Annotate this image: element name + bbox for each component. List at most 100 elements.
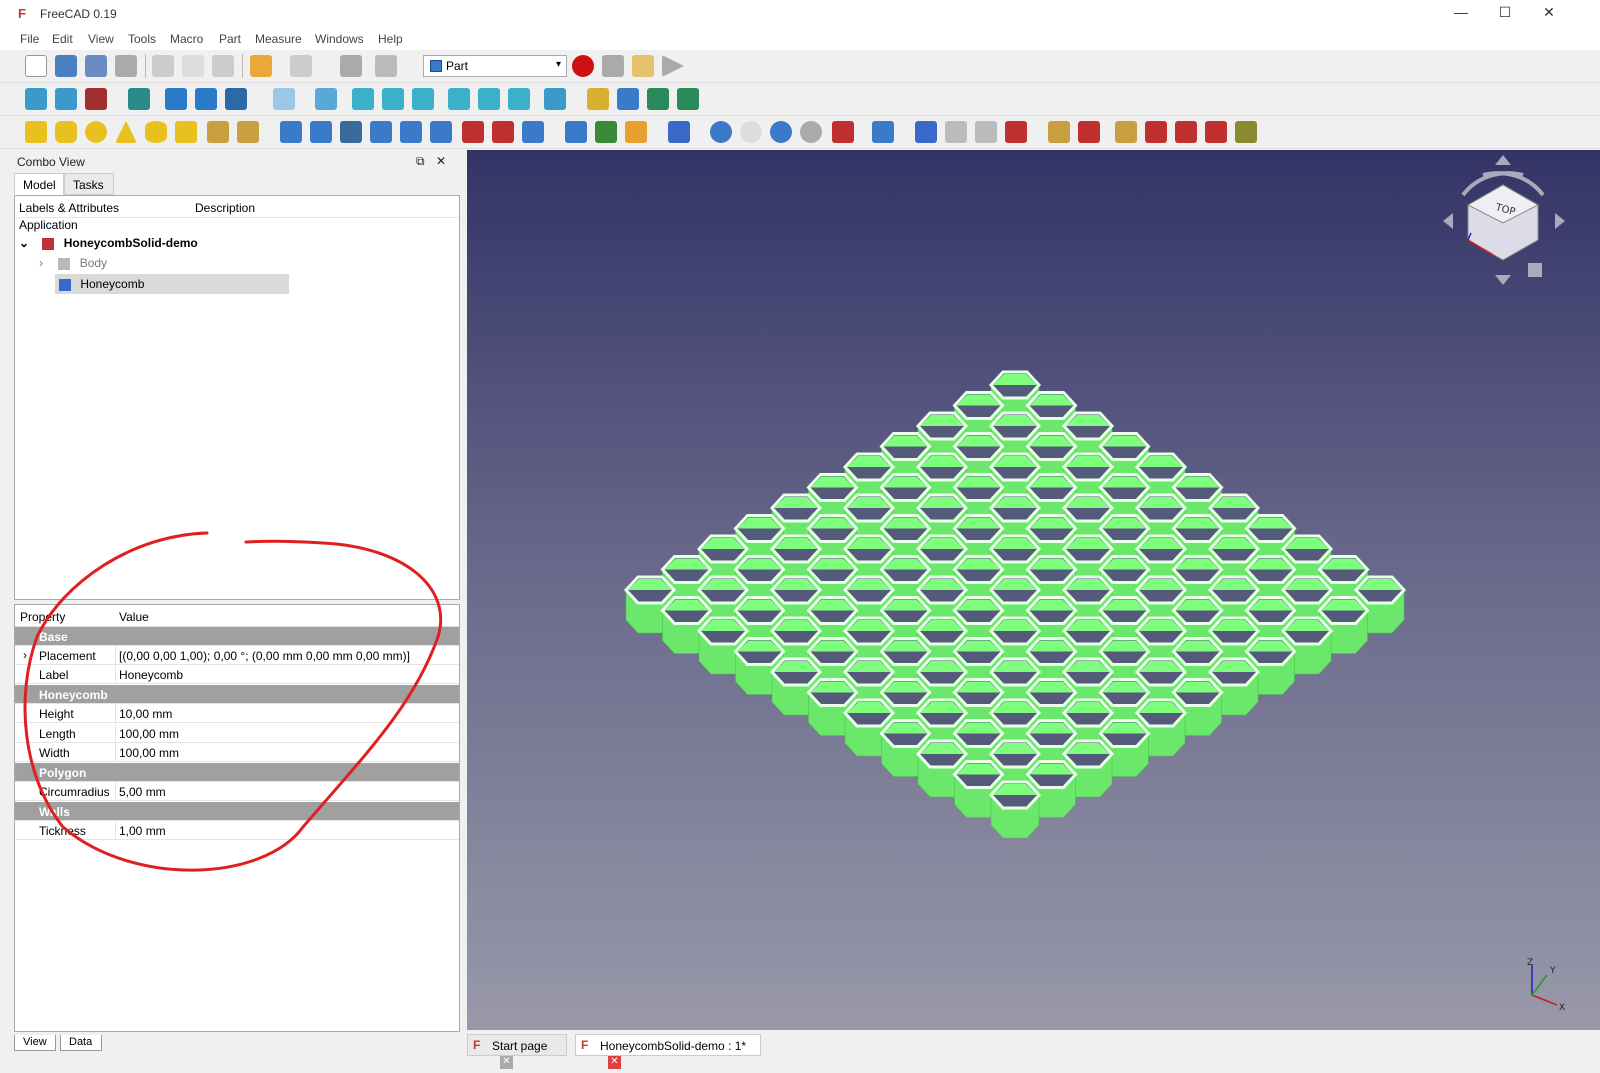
description-column-header[interactable]: Description <box>195 201 255 215</box>
stop-macro-icon[interactable] <box>602 55 624 77</box>
common-icon[interactable] <box>800 121 822 143</box>
tab-start-page[interactable]: F Start page ✕ <box>467 1034 567 1069</box>
measure-angular-icon[interactable] <box>1078 121 1100 143</box>
check-geometry-icon[interactable] <box>915 121 937 143</box>
honeycomb-model[interactable] <box>467 150 1600 1030</box>
fit-all-icon[interactable] <box>25 88 47 110</box>
paste-icon[interactable] <box>212 55 234 77</box>
minimize-icon[interactable]: — <box>1446 4 1476 24</box>
toggle-all-measure-icon[interactable] <box>1175 121 1197 143</box>
float-icon[interactable]: ⧉ <box>416 154 425 169</box>
right-view-icon[interactable] <box>412 88 434 110</box>
print-icon[interactable] <box>115 55 137 77</box>
copy-icon[interactable] <box>182 55 204 77</box>
chevron-right-icon[interactable]: › <box>39 256 43 270</box>
rear-view-icon[interactable] <box>448 88 470 110</box>
toggle-delta-measure-icon[interactable] <box>1235 121 1257 143</box>
cut-icon[interactable] <box>152 55 174 77</box>
measure-linear-icon[interactable] <box>1048 121 1070 143</box>
section-icon[interactable] <box>565 121 587 143</box>
shape-builder-icon[interactable] <box>237 121 259 143</box>
split-icon[interactable] <box>872 121 894 143</box>
close-panel-icon[interactable]: ✕ <box>436 154 446 168</box>
tab-document[interactable]: F HoneycombSolid-demo : 1* ✕ <box>575 1034 761 1069</box>
cone-icon[interactable] <box>115 121 137 143</box>
toggle-3d-measure-icon[interactable] <box>1205 121 1227 143</box>
maximize-icon[interactable]: ☐ <box>1490 4 1520 24</box>
measure-refresh-icon[interactable] <box>1115 121 1137 143</box>
sphere-icon[interactable] <box>85 121 107 143</box>
labels-column-header[interactable]: Labels & Attributes <box>19 201 119 215</box>
torus-icon[interactable] <box>145 121 167 143</box>
sync-view-icon[interactable] <box>225 88 247 110</box>
tree-item-body[interactable]: › Body <box>39 256 299 276</box>
ruled-surface-icon[interactable] <box>462 121 484 143</box>
fuse-icon[interactable] <box>770 121 792 143</box>
front-view-icon[interactable] <box>352 88 374 110</box>
menu-view[interactable]: View <box>88 32 114 46</box>
navigation-cube[interactable]: TOP <box>1433 155 1573 295</box>
measure-distance-icon[interactable] <box>544 88 566 110</box>
primitives-icon[interactable] <box>207 121 229 143</box>
offset-icon[interactable] <box>625 121 647 143</box>
left-view-icon[interactable] <box>508 88 530 110</box>
menu-file[interactable]: File <box>20 32 39 46</box>
tab-model[interactable]: Model <box>14 173 64 195</box>
sweep-icon[interactable] <box>522 121 544 143</box>
close-tab-icon[interactable]: ✕ <box>608 1056 621 1069</box>
refresh-icon[interactable] <box>340 55 362 77</box>
menu-edit[interactable]: Edit <box>52 32 73 46</box>
tree-item-document[interactable]: ⌄ HoneycombSolid-demo <box>19 236 319 256</box>
loft-icon[interactable] <box>492 121 514 143</box>
mirror-icon[interactable] <box>340 121 362 143</box>
tree-item-honeycomb[interactable]: Honeycomb <box>55 274 289 294</box>
make-face-icon[interactable] <box>430 121 452 143</box>
close-tab-icon[interactable]: ✕ <box>500 1056 513 1069</box>
boolean-icon[interactable] <box>710 121 732 143</box>
part-icon[interactable] <box>587 88 609 110</box>
save-icon[interactable] <box>85 55 107 77</box>
defeaturing-icon[interactable] <box>945 121 967 143</box>
std-view-icon[interactable] <box>273 88 295 110</box>
group-icon[interactable] <box>617 88 639 110</box>
chamfer-icon[interactable] <box>400 121 422 143</box>
cube-icon[interactable] <box>25 121 47 143</box>
tab-view[interactable]: View <box>14 1035 56 1051</box>
compound-icon[interactable] <box>668 121 690 143</box>
link-icon[interactable] <box>647 88 669 110</box>
menu-macro[interactable]: Macro <box>170 32 203 46</box>
fit-selection-icon[interactable] <box>55 88 77 110</box>
link-actions-icon[interactable] <box>677 88 699 110</box>
whats-this-icon[interactable] <box>375 55 397 77</box>
join-icon[interactable] <box>832 121 854 143</box>
open-file-icon[interactable] <box>55 55 77 77</box>
tab-data[interactable]: Data <box>60 1035 102 1051</box>
3d-viewport[interactable]: TOP Z Y X <box>467 150 1600 1030</box>
cut-bool-icon[interactable] <box>740 121 762 143</box>
expand-arrow-icon[interactable]: ⌄ <box>19 236 29 250</box>
clear-measure-icon[interactable] <box>1145 121 1167 143</box>
bounding-box-icon[interactable] <box>128 88 150 110</box>
color-per-face-icon[interactable] <box>1005 121 1027 143</box>
revolve-icon[interactable] <box>310 121 332 143</box>
tab-tasks[interactable]: Tasks <box>64 173 114 195</box>
attachment-icon[interactable] <box>975 121 997 143</box>
back-icon[interactable] <box>165 88 187 110</box>
redo-icon[interactable] <box>290 55 312 77</box>
macro-editor-icon[interactable] <box>632 55 654 77</box>
undo-icon[interactable] <box>250 55 272 77</box>
menu-part[interactable]: Part <box>219 32 241 46</box>
execute-macro-icon[interactable] <box>662 55 684 77</box>
record-macro-icon[interactable] <box>572 55 594 77</box>
forward-icon[interactable] <box>195 88 217 110</box>
tube-icon[interactable] <box>175 121 197 143</box>
workbench-selector[interactable]: Part ▾ <box>423 55 567 77</box>
bottom-view-icon[interactable] <box>478 88 500 110</box>
isometric-icon[interactable] <box>315 88 337 110</box>
menu-tools[interactable]: Tools <box>128 32 156 46</box>
cylinder-icon[interactable] <box>55 121 77 143</box>
cross-sections-icon[interactable] <box>595 121 617 143</box>
menu-windows[interactable]: Windows <box>315 32 364 46</box>
menu-help[interactable]: Help <box>378 32 403 46</box>
close-icon[interactable]: ✕ <box>1534 4 1564 24</box>
